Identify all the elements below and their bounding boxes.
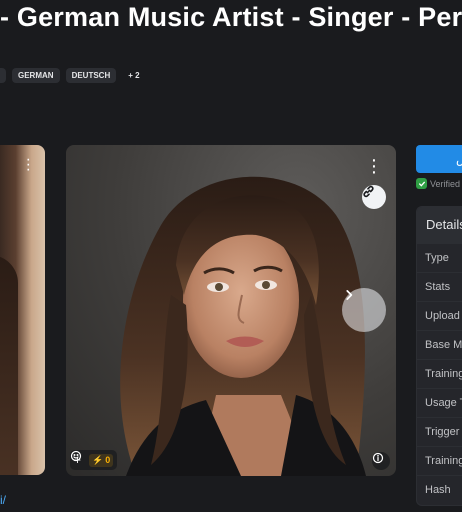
details-row-usage-tips: Usage T [417,388,462,417]
tag-chip-german[interactable]: GERMAN [12,68,60,83]
image-more-vertical-icon[interactable]: · · · [366,150,382,182]
details-row-trigger-words: Trigger [417,417,462,446]
details-panel: Details Type Stats Upload Base M Trainin… [416,206,462,506]
details-row-training-images: Training [417,446,462,475]
download-button[interactable]: س [416,145,462,173]
model-page: - German Music Artist - Singer - Perf GE… [0,0,462,512]
more-vertical-icon[interactable]: · · · [26,152,31,178]
details-row-uploaded: Upload [417,301,462,330]
reaction-bar: + ⚡ 0 [70,450,118,470]
sidebar: س Verified [416,145,462,189]
details-row-base-model: Base M [417,330,462,359]
details-row-training: Training [417,359,462,388]
check-icon [416,178,427,189]
verified-label: Verified [430,178,461,189]
details-row-hash: Hash [417,475,462,504]
previous-image-detail [0,255,18,475]
verified-badge: Verified [416,178,462,189]
tag-chip-deutsch[interactable]: DEUTSCH [65,68,117,83]
tag-chip-cut[interactable] [0,68,6,83]
tag-list: GERMAN DEUTSCH + 2 [0,68,146,83]
more-tags-button[interactable]: + 2 [122,68,145,83]
buzz-count: 0 [105,455,111,465]
buzz-tip-button[interactable]: ⚡ 0 [89,453,114,467]
info-icon[interactable] [372,452,390,470]
description-link[interactable]: i/ [0,493,6,507]
details-row-stats: Stats [417,272,462,301]
chevron-right-icon[interactable] [342,288,386,332]
bolt-icon: ⚡ [92,454,104,465]
page-title: - German Music Artist - Singer - Perf [0,2,462,32]
details-title[interactable]: Details [417,207,462,243]
link-icon[interactable] [362,185,386,209]
details-row-type: Type [417,243,462,272]
previous-image-thumbnail[interactable]: · · · [0,145,45,475]
main-carousel-image[interactable]: · · · + ⚡ 0 [66,145,396,476]
